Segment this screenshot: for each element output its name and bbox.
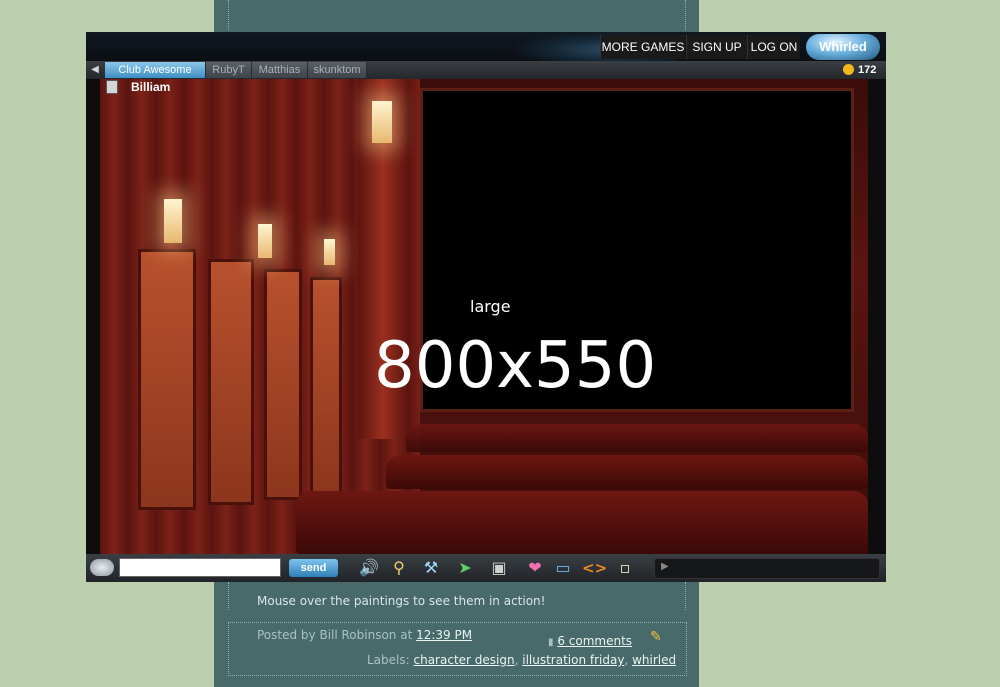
control-bar: send 🔊 ⚲ ⚒ ➤ ▣ ❤ ▭ <> ▫ ▶ [86,554,886,582]
notes-icon[interactable]: ▫ [614,558,636,578]
player-avatar-icon [106,80,118,94]
post-labels: Labels: character design, illustration f… [367,653,677,667]
volume-icon[interactable]: 🔊 [358,558,380,578]
wall-sconce [324,239,335,265]
screen-size-label: 800x550 [374,329,657,403]
chat-input[interactable] [119,558,281,577]
seat-row [406,424,868,452]
screen-caption: large [470,297,511,316]
divider-left [228,0,229,30]
room-scrubber[interactable]: ▶ [654,558,880,579]
camera-icon[interactable]: ▣ [488,558,510,578]
chat-bubble-icon[interactable]: ▭ [552,558,574,578]
code-icon[interactable]: <> [582,558,607,578]
wall-panel [264,269,302,500]
coin-count: 172 [858,64,877,76]
comments-link-wrap: ▮ 6 comments [548,634,632,648]
divider-right [685,582,686,610]
edit-pencil-icon[interactable]: ✎ [650,629,662,645]
comments-link[interactable]: 6 comments [557,634,632,648]
back-arrow-icon[interactable]: ◀ [88,63,102,77]
chat-mode-icon[interactable] [90,559,114,576]
room-stage[interactable]: large 800x550 Billiam [100,79,868,554]
sign-up-button[interactable]: SIGN UP [686,35,747,59]
tab-club-awesome[interactable]: Club Awesome [105,62,206,78]
seat-row [386,455,868,489]
zoom-icon[interactable]: ⚲ [388,558,410,578]
label-link[interactable]: whirled [632,653,676,667]
wall-sconce [258,224,272,258]
tab-skunktom[interactable]: skunktom [308,62,367,78]
whirled-embed: MORE GAMES SIGN UP LOG ON Whirled ◀ Club… [86,32,886,582]
wall-panel [138,249,196,510]
cursor-icon[interactable]: ➤ [454,558,476,578]
post-byline: Posted by Bill Robinson at 12:39 PM [257,628,472,642]
more-games-button[interactable]: MORE GAMES [600,35,685,59]
post-body: Mouse over the paintings to see them in … [257,594,546,608]
wall-panel [208,259,254,505]
wall-sconce [164,199,182,243]
wall-panel [310,277,342,498]
send-button[interactable]: send [289,559,338,577]
tools-icon[interactable]: ⚒ [420,558,442,578]
labels-prefix: Labels: [367,653,410,667]
seat-row [296,491,868,554]
player-name: Billiam [131,80,171,94]
post-time-link[interactable]: 12:39 PM [416,628,472,642]
divider-right [685,0,686,30]
label-link[interactable]: character design [414,653,515,667]
log-on-button[interactable]: LOG ON [747,35,800,59]
wall-sconce [372,101,392,143]
heart-icon[interactable]: ❤ [524,558,546,578]
coin-icon [843,64,854,75]
tab-rubyt[interactable]: RubyT [206,62,252,78]
divider-left [228,582,229,610]
posted-by-text: Posted by Bill Robinson at [257,628,413,642]
play-arrow-icon[interactable]: ▶ [661,561,669,572]
tab-matthias[interactable]: Matthias [252,62,308,78]
whirled-logo[interactable]: Whirled [806,34,880,60]
comment-icon: ▮ [548,637,554,648]
top-bar: MORE GAMES SIGN UP LOG ON Whirled [86,32,886,61]
tab-bar: ◀ Club Awesome RubyT Matthias skunktom 1… [86,61,886,79]
label-link[interactable]: illustration friday [522,653,624,667]
